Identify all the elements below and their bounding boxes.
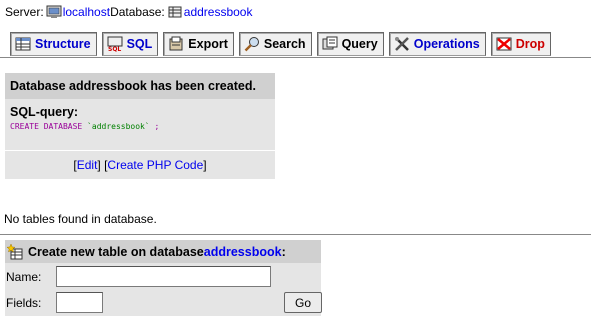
server-link[interactable]: localhost xyxy=(63,5,110,19)
sql-end: ; xyxy=(149,122,160,131)
search-icon xyxy=(244,36,260,52)
database-label: Database: xyxy=(110,5,165,19)
database-icon xyxy=(167,5,183,19)
create-table-database-link[interactable]: addressbook xyxy=(204,245,282,259)
tab-query[interactable]: Query xyxy=(316,32,384,56)
structure-icon xyxy=(15,36,31,52)
tab-drop-label: Drop xyxy=(515,37,545,51)
tab-export[interactable]: Export xyxy=(163,32,234,56)
query-icon xyxy=(322,36,338,52)
sql-query-block: SQL-query: CREATE DATABASE `addressbook`… xyxy=(5,99,275,151)
drop-icon xyxy=(496,36,512,52)
sql-keyword: CREATE DATABASE xyxy=(10,122,88,131)
new-table-icon xyxy=(6,242,23,260)
server-label: Server: xyxy=(5,5,44,19)
success-notice: Database addressbook has been created. S… xyxy=(5,73,275,179)
sql-query-text: CREATE DATABASE `addressbook` ; xyxy=(10,122,270,131)
fields-count-input[interactable] xyxy=(56,292,103,313)
tab-drop[interactable]: Drop xyxy=(490,32,551,56)
tab-sql[interactable]: SQL SQL xyxy=(101,32,159,56)
tab-search[interactable]: Search xyxy=(238,32,312,56)
table-name-input[interactable] xyxy=(56,266,271,287)
fields-label: Fields: xyxy=(6,295,42,310)
tab-operations-label: Operations xyxy=(413,37,480,51)
tab-bar: Structure SQL SQL Export Search Query Op… xyxy=(10,32,556,56)
database-link[interactable]: addressbook xyxy=(184,5,253,19)
sql-icon: SQL xyxy=(107,36,123,53)
sql-db-name: `addressbook` xyxy=(87,122,150,131)
tab-search-label: Search xyxy=(263,37,306,51)
server-icon xyxy=(46,5,62,19)
go-button[interactable]: Go xyxy=(284,292,322,313)
svg-text:SQL: SQL xyxy=(108,46,121,52)
create-table-form: Create new table on database addressbook… xyxy=(5,240,322,316)
edit-close-bracket: ] [ xyxy=(97,157,108,172)
tab-export-label: Export xyxy=(188,37,228,51)
tab-structure-label: Structure xyxy=(35,37,91,51)
name-label: Name: xyxy=(6,269,42,284)
sql-query-label: SQL-query: xyxy=(10,105,79,119)
php-close-bracket: ] xyxy=(203,157,207,172)
operations-icon xyxy=(394,36,410,52)
create-table-header: Create new table on database addressbook… xyxy=(5,240,321,263)
tab-sql-label: SQL xyxy=(126,37,153,51)
notice-message: Database addressbook has been created. xyxy=(5,73,275,99)
no-tables-message: No tables found in database. xyxy=(4,212,157,226)
export-icon xyxy=(168,36,184,52)
name-row: Name: xyxy=(5,266,271,287)
tab-query-label: Query xyxy=(341,37,378,51)
edit-link[interactable]: Edit xyxy=(77,158,98,172)
fields-row: Fields: xyxy=(5,292,103,313)
section-divider xyxy=(0,234,591,235)
create-table-title: Create new table on database xyxy=(28,244,204,259)
create-table-title-suffix: : xyxy=(281,244,286,259)
tab-operations[interactable]: Operations xyxy=(388,32,486,56)
breadcrumb: Server: localhost Database: addressbook xyxy=(5,4,252,20)
create-php-code-link[interactable]: Create PHP Code xyxy=(107,158,203,172)
notice-links: [Edit] [Create PHP Code] xyxy=(5,151,275,178)
tab-structure[interactable]: Structure xyxy=(10,32,97,56)
tab-divider xyxy=(0,57,591,58)
